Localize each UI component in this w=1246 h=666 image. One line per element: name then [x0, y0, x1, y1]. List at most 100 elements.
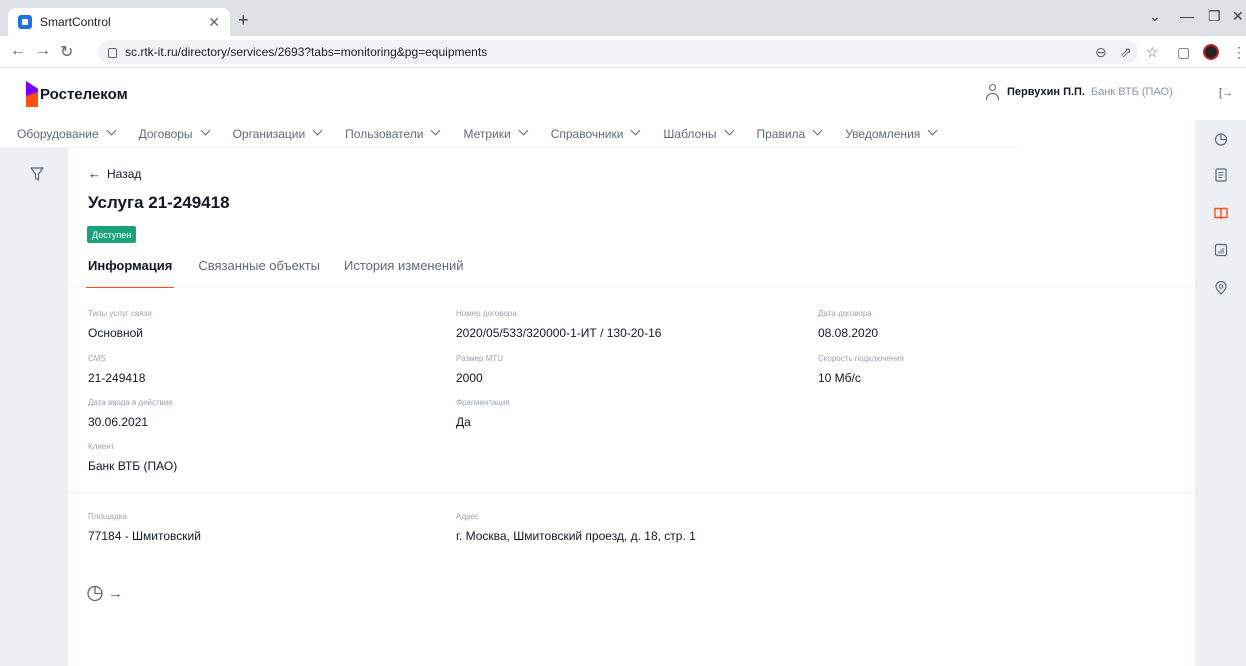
field-value: 77184 - Шмитовский [88, 529, 201, 543]
menu-item-label: Организации [232, 126, 306, 141]
field-label: Скорость подключения [818, 354, 904, 363]
content-tabs: Информация Связанные объекты История изм… [86, 258, 488, 288]
logout-icon[interactable]: [→ [1219, 87, 1233, 99]
field-value: 08.08.2020 [818, 326, 879, 340]
menu-item-users[interactable]: Пользователи [345, 125, 441, 141]
field-label: Адрес [456, 512, 479, 521]
field-contract-date: Дата договора 08.08.2020 [818, 309, 878, 340]
field-value: 10 Мб/с [818, 371, 861, 385]
favicon-icon [18, 15, 32, 29]
pie-chart-icon[interactable] [1214, 132, 1228, 146]
chevron-down-icon [518, 125, 529, 136]
pie-chart-icon [87, 585, 103, 602]
tabs-divider [68, 286, 1195, 287]
field-site: Площадка 77184 - Шмитовский [88, 512, 201, 543]
zoom-icon[interactable]: ⊖ [1095, 44, 1107, 61]
field-value: 2020/05/533/320000-1-ИТ / 130-20-16 [456, 326, 662, 340]
monitoring-link[interactable]: → [86, 584, 123, 602]
close-window-icon[interactable]: ✕ [1232, 8, 1244, 25]
field-label: Клиент [88, 442, 115, 451]
directory-book-icon[interactable] [1214, 206, 1228, 220]
section-divider [68, 492, 1195, 493]
logo[interactable]: Ростелеком [26, 81, 128, 107]
chevron-down-icon [724, 125, 734, 136]
field-client: Клиент Банк ВТБ (ПАО) [88, 442, 177, 473]
menu-item-label: Договоры [138, 126, 193, 141]
filter-icon[interactable] [30, 167, 44, 181]
user-info[interactable]: Первухин П.П. Банк ВТБ (ПАО) [985, 84, 1173, 100]
field-value: Основной [88, 326, 144, 340]
left-sidebar [0, 148, 68, 666]
field-label: Фрагментация [456, 398, 510, 407]
close-tab-icon[interactable]: ✕ [208, 14, 220, 31]
document-icon[interactable] [1214, 168, 1228, 182]
field-value: Банк ВТБ (ПАО) [88, 459, 178, 473]
lock-icon [108, 48, 117, 58]
menu-item-contracts[interactable]: Договоры [138, 125, 211, 141]
browser-menu-icon[interactable]: ⋮ [1232, 44, 1246, 61]
field-start-date: Дата ввода в действие 30.06.2021 [88, 398, 173, 429]
page-title: Услуга 21-249418 [88, 193, 230, 212]
side-panel-icon[interactable]: ▢ [1177, 44, 1190, 61]
maximize-icon[interactable]: ❐ [1208, 8, 1221, 25]
arrow-right-icon: → [108, 584, 123, 602]
menu-item-label: Метрики [463, 126, 511, 141]
status-badge: Доступен [87, 226, 137, 243]
user-icon [985, 84, 999, 100]
menu-item-organizations[interactable]: Организации [232, 125, 323, 141]
chevron-down-icon [431, 125, 441, 136]
address-bar-row: ← → ↻ sc.rtk-it.ru/directory/services/26… [0, 36, 1246, 68]
field-label: Дата ввода в действие [88, 398, 173, 407]
chevron-down-icon [812, 125, 823, 136]
browser-tab[interactable]: SmartControl ✕ [8, 8, 230, 36]
field-speed: Скорость подключения 10 Мб/с [818, 354, 904, 385]
menu-item-metrics[interactable]: Метрики [463, 125, 529, 141]
menu-item-label: Справочники [550, 126, 624, 141]
field-contract-number: Номер договора 2020/05/533/320000-1-ИТ /… [456, 309, 661, 340]
menu-item-label: Шаблоны [663, 126, 717, 141]
back-label: Назад [107, 166, 142, 181]
field-fragmentation: Фрагментация Да [456, 398, 510, 429]
menu-item-templates[interactable]: Шаблоны [663, 125, 734, 141]
field-value: 2000 [456, 371, 483, 385]
chevron-down-icon [630, 125, 641, 136]
menu-item-rules[interactable]: Правила [756, 125, 823, 141]
new-tab-icon[interactable]: + [238, 10, 249, 31]
menu-item-label: Уведомления [845, 126, 921, 141]
tab-change-history[interactable]: История изменений [344, 258, 464, 288]
main-menu: Оборудование Договоры Организации Пользо… [0, 120, 1020, 148]
location-icon[interactable] [1214, 281, 1228, 295]
minimize-icon[interactable]: — [1180, 8, 1194, 24]
user-org: Банк ВТБ (ПАО) [1091, 86, 1173, 98]
right-sidebar [1195, 120, 1246, 666]
field-address: Адрес г. Москва, Шмитовский проезд, д. 1… [456, 512, 696, 543]
url-field[interactable]: sc.rtk-it.ru/directory/services/2693?tab… [98, 40, 1138, 64]
back-nav-icon[interactable]: ← [10, 42, 26, 60]
field-service-type: Типы услуг связи Основной [88, 309, 152, 340]
reload-icon[interactable]: ↻ [60, 42, 73, 62]
menu-item-notifications[interactable]: Уведомления [845, 125, 938, 141]
user-name: Первухин П.П. [1007, 86, 1085, 98]
logo-text: Ростелеком [40, 85, 128, 103]
browser-tab-title: SmartControl [40, 15, 111, 29]
back-link[interactable]: ← Назад [88, 166, 141, 181]
menu-item-equipment[interactable]: Оборудование [17, 125, 117, 141]
tab-search-icon[interactable]: ⌄ [1149, 8, 1161, 25]
url-text: sc.rtk-it.ru/directory/services/2693?tab… [125, 45, 488, 59]
tab-related-objects[interactable]: Связанные объекты [198, 258, 320, 288]
menu-item-directories[interactable]: Справочники [550, 125, 641, 141]
tab-information[interactable]: Информация [86, 258, 175, 288]
menu-item-label: Пользователи [345, 126, 424, 141]
field-label: Типы услуг связи [88, 309, 152, 318]
profile-avatar[interactable] [1203, 44, 1219, 60]
bookmark-star-icon[interactable]: ☆ [1146, 44, 1159, 61]
field-value: 30.06.2021 [88, 415, 149, 429]
menu-item-label: Оборудование [17, 126, 99, 141]
forward-nav-icon[interactable]: → [35, 42, 51, 60]
arrow-left-icon: ← [88, 166, 101, 181]
menu-item-label: Правила [756, 126, 806, 141]
report-icon[interactable] [1214, 243, 1228, 257]
field-value: Да [456, 415, 471, 429]
field-label: Площадка [88, 512, 127, 521]
share-icon[interactable]: ⇗ [1120, 44, 1132, 61]
